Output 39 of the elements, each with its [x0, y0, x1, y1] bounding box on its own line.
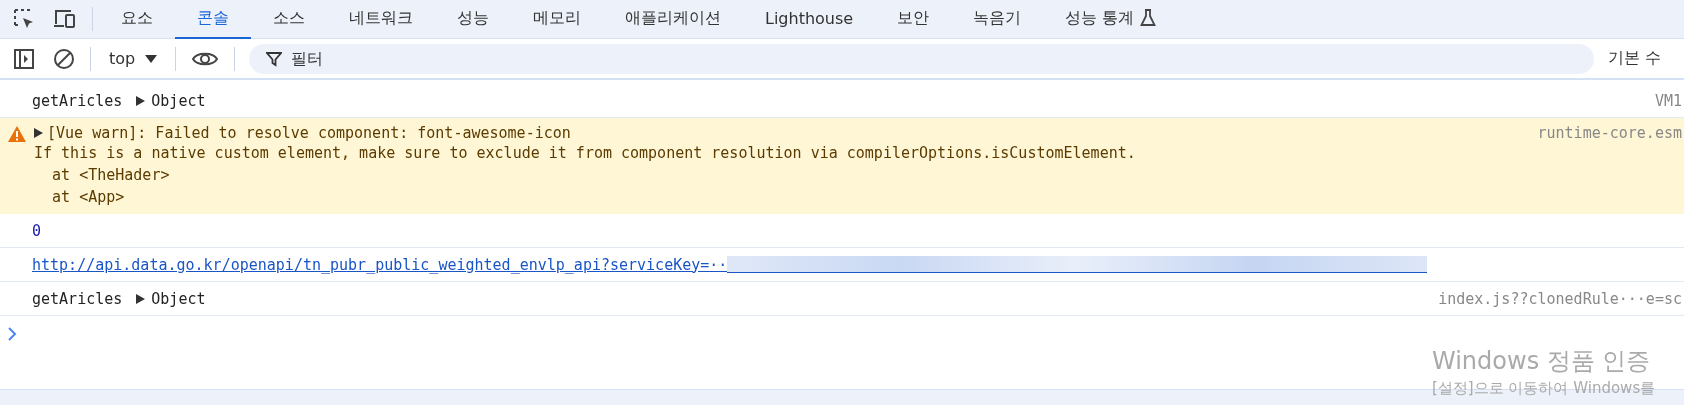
- levels-dropdown[interactable]: 기본 수: [1594, 48, 1684, 69]
- inspect-icon[interactable]: [13, 8, 35, 30]
- activation-subtitle: [설정]으로 이동하여 Windows를: [1432, 379, 1656, 398]
- url-link[interactable]: http://api.data.go.kr/openapi/tn_pubr_public_weighted_envlp_api?serviceKey=··: [32, 255, 728, 274]
- warning-summary: [Vue warn]: Failed to resolve component: font-awesome-icon: [47, 124, 571, 142]
- log-text: getAricles: [32, 289, 123, 308]
- object-preview[interactable]: Object: [151, 289, 206, 308]
- source-link[interactable]: VM1: [1654, 91, 1684, 110]
- device-icon[interactable]: [53, 8, 77, 30]
- panel-tab[interactable]: 보안: [875, 0, 952, 39]
- log-text: getAricles: [32, 91, 123, 110]
- panel-tab[interactable]: 소스: [251, 0, 327, 39]
- flask-icon: [1140, 9, 1157, 27]
- filter-icon: [266, 50, 283, 67]
- warning-detail: If this is a native custom element, make sure to exclude it from component resolution via compilerOptions.isCustomElement.: [34, 143, 1137, 164]
- number-value: 0: [32, 221, 42, 240]
- clear-icon[interactable]: [53, 47, 75, 70]
- expand-triangle-icon[interactable]: [136, 293, 146, 304]
- activation-title: Windows 정품 인증: [1432, 346, 1652, 377]
- filter-field[interactable]: 필터: [249, 43, 1594, 74]
- expand-triangle-icon[interactable]: [136, 95, 146, 106]
- panel-tab[interactable]: 성능 통계: [1043, 0, 1179, 39]
- panel-tab[interactable]: Lighthouse: [743, 0, 876, 39]
- warning-detail: at <App>: [51, 187, 126, 208]
- prompt-chevron-icon[interactable]: [7, 327, 17, 341]
- panel-tab[interactable]: 요소: [99, 0, 175, 39]
- panel-tab[interactable]: 애플리케이션: [603, 0, 743, 39]
- warning-detail: at <TheHader>: [51, 165, 171, 186]
- sidebar-icon[interactable]: [13, 47, 35, 70]
- source-link[interactable]: index.js??clonedRule···e=sc: [1438, 289, 1684, 308]
- panel-tab[interactable]: 녹음기: [951, 0, 1044, 39]
- panel-tab[interactable]: 메모리: [511, 0, 603, 39]
- panel-tab[interactable]: 네트워크: [327, 0, 435, 39]
- panel-tab[interactable]: 성능: [435, 0, 511, 39]
- expand-triangle-icon[interactable]: [34, 128, 43, 138]
- context-dropdown[interactable]: top: [97, 49, 170, 68]
- object-preview[interactable]: Object: [151, 91, 206, 110]
- warning-icon: [8, 126, 26, 142]
- caret-icon: [145, 53, 158, 64]
